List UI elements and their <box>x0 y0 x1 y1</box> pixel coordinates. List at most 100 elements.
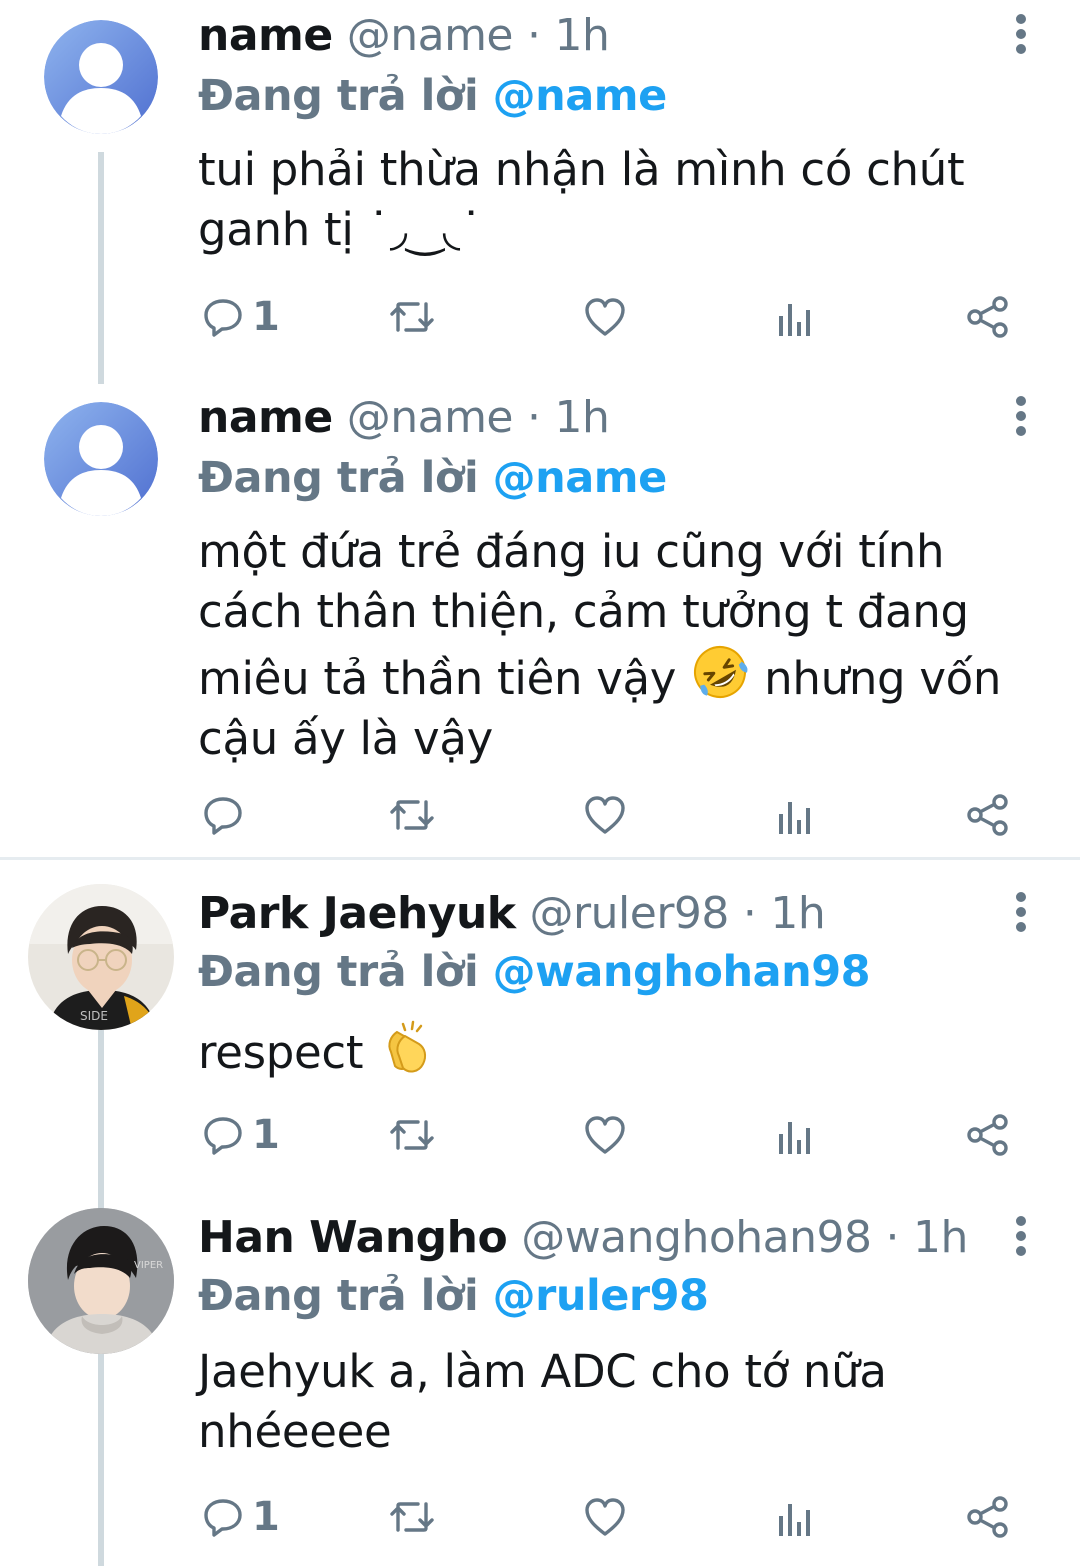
display-name[interactable]: Han Wangho <box>198 1212 508 1263</box>
default-avatar-icon <box>44 20 158 134</box>
display-name[interactable]: name <box>198 392 333 443</box>
default-avatar-icon <box>44 402 158 516</box>
more-options-button[interactable] <box>1002 1210 1040 1262</box>
reply-handle-link[interactable]: @name <box>493 71 668 121</box>
profile-photo: SIDE <box>28 884 174 1030</box>
tweet-text-line: cậu ấy là vậy <box>198 712 493 765</box>
handle[interactable]: @wanghohan98 <box>521 1212 872 1263</box>
more-options-button[interactable] <box>1002 390 1040 442</box>
reply-handle-link[interactable]: @ruler98 <box>493 1271 709 1321</box>
tweet-text-segment: respect <box>198 1026 364 1079</box>
tweet-text-segment: nhưng vốn <box>764 652 1002 705</box>
tweet-header: name @name · 1h <box>198 8 610 64</box>
retweet-button[interactable] <box>388 1110 436 1160</box>
tweet-header: Han Wangho @wanghohan98 · 1h <box>198 1210 968 1266</box>
tweet-text: respect <box>198 1018 1028 1083</box>
reply-context: Đang trả lời @wanghohan98 <box>198 944 871 1000</box>
svg-text:SIDE: SIDE <box>80 1009 108 1023</box>
reply-handle-link[interactable]: @wanghohan98 <box>493 947 871 997</box>
reply-prefix: Đang trả lời <box>198 947 479 997</box>
more-options-button[interactable] <box>1002 8 1040 60</box>
tweet-text-segment: miêu tả thần tiên vậy <box>198 652 677 705</box>
separator: · <box>885 1212 899 1263</box>
share-button[interactable] <box>966 1492 1010 1542</box>
analytics-button[interactable] <box>776 1492 816 1542</box>
tweet-text-line: nhéeeee <box>198 1405 392 1458</box>
display-name[interactable]: name <box>198 10 333 61</box>
tweet-feed: name @name · 1h Đang trả lời @name tui p… <box>0 0 1080 1566</box>
reply-button[interactable]: 1 <box>202 1110 280 1160</box>
tweet[interactable]: name @name · 1h Đang trả lời @name một đ… <box>0 382 1080 858</box>
tweet-text-line: respect <box>198 1018 1028 1083</box>
reply-button[interactable]: 1 <box>202 1492 280 1542</box>
handle[interactable]: @name <box>347 392 514 443</box>
retweet-button[interactable] <box>388 1492 436 1542</box>
handle[interactable]: @name <box>347 10 514 61</box>
display-name[interactable]: Park Jaehyuk <box>198 888 516 939</box>
action-bar: 1 <box>198 292 1028 342</box>
tweet-header: name @name · 1h <box>198 390 610 446</box>
retweet-button[interactable] <box>388 292 436 342</box>
action-bar: 1 <box>198 1492 1028 1542</box>
share-button[interactable] <box>966 790 1010 840</box>
reply-count: 1 <box>252 1494 280 1540</box>
heart-icon <box>585 1498 625 1536</box>
share-icon <box>967 1114 1008 1156</box>
like-button[interactable] <box>583 1110 627 1160</box>
reply-context: Đang trả lời @name <box>198 68 667 124</box>
heart-icon <box>585 298 625 336</box>
speech-bubble-icon <box>204 1117 242 1155</box>
share-icon <box>967 794 1008 836</box>
tweet-text-line: một đứa trẻ đáng iu cũng với tính <box>198 525 945 578</box>
timestamp[interactable]: 1h <box>770 888 825 939</box>
heart-icon <box>585 1116 625 1154</box>
more-options-button[interactable] <box>1002 886 1040 938</box>
analytics-button[interactable] <box>776 1110 816 1160</box>
handle[interactable]: @ruler98 <box>530 888 730 939</box>
retweet-icon <box>390 800 434 830</box>
bar-chart-icon <box>779 802 810 834</box>
reply-context: Đang trả lời @ruler98 <box>198 1268 709 1324</box>
rolling-on-floor-laughing-emoji <box>694 646 748 698</box>
reply-handle-link[interactable]: @name <box>493 453 668 503</box>
timestamp[interactable]: 1h <box>555 392 610 443</box>
share-button[interactable] <box>966 1110 1010 1160</box>
reply-count: 1 <box>252 1112 280 1158</box>
like-button[interactable] <box>583 1492 627 1542</box>
avatar[interactable]: SIDE <box>28 884 174 1030</box>
retweet-icon <box>390 302 434 332</box>
timestamp[interactable]: 1h <box>555 10 610 61</box>
retweet-icon <box>390 1502 434 1532</box>
reply-prefix: Đang trả lời <box>198 1271 479 1321</box>
avatar[interactable] <box>44 20 158 134</box>
reply-button[interactable] <box>202 790 252 840</box>
tweet[interactable]: VIPER Han Wangho @wanghohan98 · 1h Đang … <box>0 1202 1080 1566</box>
analytics-button[interactable] <box>776 292 816 342</box>
analytics-button[interactable] <box>776 790 816 840</box>
clapping-hands-emoji <box>388 1020 427 1073</box>
action-bar: 1 <box>198 1110 1028 1160</box>
retweet-button[interactable] <box>388 790 436 840</box>
separator: · <box>527 392 541 443</box>
tweet-text-line: ganh tị ˙◞‿◟˙ <box>198 203 483 256</box>
like-button[interactable] <box>583 790 627 840</box>
tweet-header: Park Jaehyuk @ruler98 · 1h <box>198 886 826 942</box>
avatar[interactable]: VIPER <box>28 1208 174 1354</box>
like-button[interactable] <box>583 292 627 342</box>
profile-photo: VIPER <box>28 1208 174 1354</box>
vertical-dots-icon <box>1016 396 1026 436</box>
share-button[interactable] <box>966 292 1010 342</box>
tweet[interactable]: SIDE Park Jaehyuk @ruler98 · 1h Đang trả… <box>0 878 1080 1196</box>
reply-button[interactable]: 1 <box>202 292 280 342</box>
tweet[interactable]: name @name · 1h Đang trả lời @name tui p… <box>0 0 1080 380</box>
vertical-dots-icon <box>1016 892 1026 932</box>
tweet-text-line: miêu tả thần tiên vậy nhưng vốn <box>198 642 1028 709</box>
reply-prefix: Đang trả lời <box>198 71 479 121</box>
avatar[interactable] <box>44 402 158 516</box>
speech-bubble-icon <box>204 299 242 337</box>
separator: · <box>527 10 541 61</box>
tweet-text-line: tui phải thừa nhận là mình có chút <box>198 143 965 196</box>
bar-chart-icon <box>779 304 810 336</box>
timestamp[interactable]: 1h <box>913 1212 968 1263</box>
tweet-text-line: Jaehyuk a, làm ADC cho tớ nữa <box>198 1345 887 1398</box>
